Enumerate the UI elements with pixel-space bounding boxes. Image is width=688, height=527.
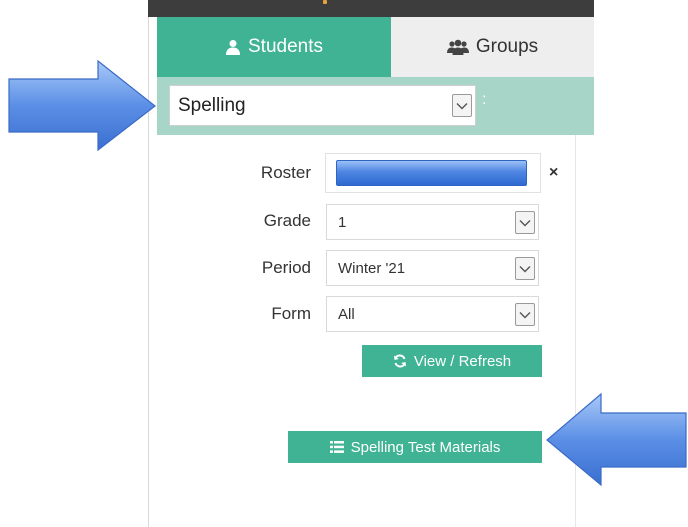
spelling-test-materials-label: Spelling Test Materials [350,438,501,456]
period-label: Period [261,258,311,277]
form-label: Form [271,304,311,323]
view-refresh-label: View / Refresh [413,352,512,370]
user-icon [225,39,241,55]
assessment-select[interactable]: Spelling [169,85,476,126]
grade-select[interactable]: 1 [326,204,539,240]
list-icon [329,441,344,453]
top-bar [148,0,594,17]
roster-redaction [336,160,527,186]
chevron-down-icon[interactable] [452,94,472,117]
form-select-value: All [338,305,355,323]
assessment-select-value: Spelling [178,94,246,116]
selector-suffix: : [482,91,487,108]
tab-students-label: Students [248,36,323,57]
grade-select-value: 1 [338,213,347,231]
tab-groups[interactable]: Groups [391,17,594,77]
view-refresh-button[interactable]: View / Refresh [362,345,542,377]
roster-label: Roster [260,163,311,182]
roster-field[interactable] [325,153,541,193]
tab-groups-label: Groups [475,36,539,57]
tab-students[interactable]: Students [157,17,391,77]
grade-label: Grade [263,211,311,230]
period-select[interactable]: Winter '21 [326,250,539,286]
clear-roster-icon[interactable]: × [549,164,558,182]
top-bar-indicator [323,0,327,4]
spelling-test-materials-button[interactable]: Spelling Test Materials [288,431,542,463]
chevron-down-icon[interactable] [515,257,535,280]
period-select-value: Winter '21 [338,259,406,277]
arrow-right-icon [8,60,156,152]
refresh-icon [393,354,407,368]
arrow-left-icon [546,393,687,487]
chevron-down-icon[interactable] [515,211,535,234]
chevron-down-icon[interactable] [515,303,535,326]
users-icon [446,39,469,55]
form-select[interactable]: All [326,296,539,332]
